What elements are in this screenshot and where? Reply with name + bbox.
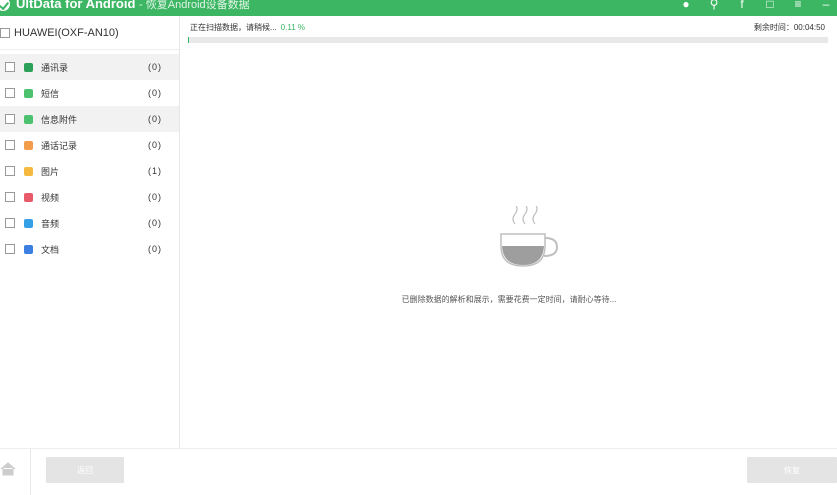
category-item[interactable]: 图片 (1) xyxy=(0,158,179,184)
category-item[interactable]: 文档 (0) xyxy=(0,236,179,262)
category-checkbox[interactable] xyxy=(5,88,15,98)
category-checkbox[interactable] xyxy=(5,218,15,228)
title-icons: ● ⚲ f □ ≡ – xyxy=(679,0,833,11)
title-bar: UltData for Android - 恢复Android设备数据 ● ⚲ … xyxy=(0,0,837,16)
app-logo-icon xyxy=(0,0,10,11)
chat-icon[interactable]: □ xyxy=(763,0,777,11)
category-item[interactable]: 视频 (0) xyxy=(0,184,179,210)
call-log-icon xyxy=(24,140,33,150)
category-item[interactable]: 通话记录 (0) xyxy=(0,132,179,158)
contacts-icon xyxy=(24,62,33,72)
time-left-value: 00:04:50 xyxy=(793,23,825,32)
bottom-bar: 返回 恢复 xyxy=(0,448,837,495)
sidebar: HUAWEI(OXF-AN10) 通讯录 (0) 短信 (0) 信息附件 (0) 通话记录(… xyxy=(0,16,180,448)
category-count: (0) xyxy=(148,114,162,124)
category-count: (0) xyxy=(148,88,162,98)
minimize-icon[interactable]: – xyxy=(819,0,833,11)
scan-progress-fill xyxy=(188,37,190,43)
back-button[interactable]: 返回 xyxy=(46,457,124,483)
category-list: 通讯录 (0) 短信 (0) 信息附件 (0) 通话记录 (0) 图片 (1) 视频 (0) 音频 (0)… xyxy=(0,54,179,262)
scan-status-text: 正在扫描数据，请稍候... xyxy=(190,23,277,32)
device-checkbox[interactable] xyxy=(0,27,10,38)
menu-icon[interactable]: ≡ xyxy=(791,0,805,11)
category-count: (0) xyxy=(148,62,162,72)
category-checkbox[interactable] xyxy=(5,62,15,72)
category-checkbox[interactable] xyxy=(5,166,15,176)
category-checkbox[interactable] xyxy=(5,192,15,202)
empty-state-message: 已删除数据的解析和展示，需要花费一定时间，请耐心等待... xyxy=(401,295,617,304)
scan-status: 正在扫描数据，请稍候... 0.11 % xyxy=(190,22,305,33)
bulb-icon[interactable]: ● xyxy=(679,0,693,11)
category-count: (0) xyxy=(148,218,162,228)
scan-percent: 0.11 % xyxy=(280,23,305,32)
coffee-cup-icon xyxy=(500,206,559,267)
category-count: (0) xyxy=(148,244,162,254)
device-row[interactable]: HUAWEI(OXF-AN10) xyxy=(0,16,179,50)
video-icon xyxy=(24,192,33,202)
device-name: HUAWEI(OXF-AN10) xyxy=(14,26,119,39)
time-left-label: 剩余时间： xyxy=(753,23,794,32)
category-count: (1) xyxy=(148,166,162,176)
audio-icon xyxy=(24,218,33,228)
app-title: UltData for Android - 恢复Android设备数据 xyxy=(16,0,250,11)
category-checkbox[interactable] xyxy=(5,140,15,150)
facebook-icon[interactable]: f xyxy=(735,0,749,11)
main-panel: 正在扫描数据，请稍候... 0.11 % 剩余时间：00:04:50 已删除数据的… xyxy=(181,16,837,448)
category-item[interactable]: 音频 (0) xyxy=(0,210,179,236)
category-item[interactable]: 信息附件 (0) xyxy=(0,106,179,132)
category-count: (0) xyxy=(148,140,162,150)
category-checkbox[interactable] xyxy=(5,244,15,254)
category-item[interactable]: 通讯录 (0) xyxy=(0,54,179,80)
document-icon xyxy=(24,244,33,254)
home-icon[interactable] xyxy=(0,461,16,477)
photo-icon xyxy=(24,166,33,176)
category-item[interactable]: 短信 (0) xyxy=(0,80,179,106)
category-checkbox[interactable] xyxy=(5,114,15,124)
time-left: 剩余时间：00:04:50 xyxy=(754,22,825,33)
attachment-icon xyxy=(24,114,33,124)
recover-button[interactable]: 恢复 xyxy=(747,457,837,483)
bottom-divider xyxy=(30,449,31,495)
category-count: (0) xyxy=(148,192,162,202)
app-subtitle: - 恢复Android设备数据 xyxy=(139,0,250,11)
scan-progress-bar xyxy=(188,37,828,43)
sms-icon xyxy=(24,88,33,98)
key-icon[interactable]: ⚲ xyxy=(707,0,721,11)
